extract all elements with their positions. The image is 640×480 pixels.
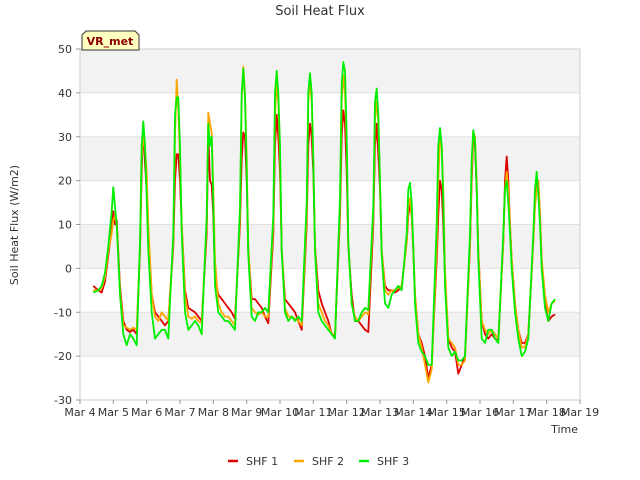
grid-band <box>80 356 580 400</box>
x-axis-label: Time <box>550 423 578 436</box>
x-tick-label: Mar 9 <box>231 406 262 419</box>
y-axis-label: Soil Heat Flux (W/m2) <box>8 165 21 285</box>
grid-band <box>80 224 580 269</box>
y-axis-ticks: -30-20-1001020304050 <box>54 43 80 407</box>
site-badge: VR_met <box>81 30 140 51</box>
y-tick-label: 50 <box>58 43 72 56</box>
x-tick-label: Mar 6 <box>131 406 162 419</box>
legend-label: SHF 1 <box>246 455 278 468</box>
y-tick-label: -10 <box>54 306 72 319</box>
grid-band <box>80 92 580 137</box>
x-tick-label: Mar 4 <box>64 406 95 419</box>
chart-title: Soil Heat Flux <box>275 4 365 19</box>
legend-label: SHF 2 <box>312 455 344 468</box>
legend-label: SHF 3 <box>377 455 409 468</box>
y-tick-label: 30 <box>58 131 72 144</box>
y-tick-label: 20 <box>58 175 72 188</box>
x-tick-label: Mar 8 <box>198 406 229 419</box>
x-axis-ticks: Mar 4 Mar 5 Mar 6 Mar 7 Mar 8 Mar 9Mar 10Mar … <box>64 400 599 419</box>
x-tick-label: Mar 7 <box>164 406 195 419</box>
y-tick-label: 10 <box>58 219 72 232</box>
legend: SHF 1 SHF 2 SHF 3 <box>228 455 409 468</box>
y-tick-label: 40 <box>58 87 72 100</box>
plot-background <box>80 48 580 401</box>
soil-heat-flux-chart: Soil Heat Flux -30-20-1001020304050 Mar … <box>8 4 599 468</box>
grid-band <box>80 49 580 93</box>
site-badge-label: VR_met <box>87 35 134 48</box>
x-tick-label: Mar 19 <box>561 406 599 419</box>
grid-band <box>80 268 580 313</box>
y-tick-label: 0 <box>65 262 72 275</box>
y-tick-label: -20 <box>54 350 72 363</box>
x-tick-label: Mar 5 <box>98 406 129 419</box>
